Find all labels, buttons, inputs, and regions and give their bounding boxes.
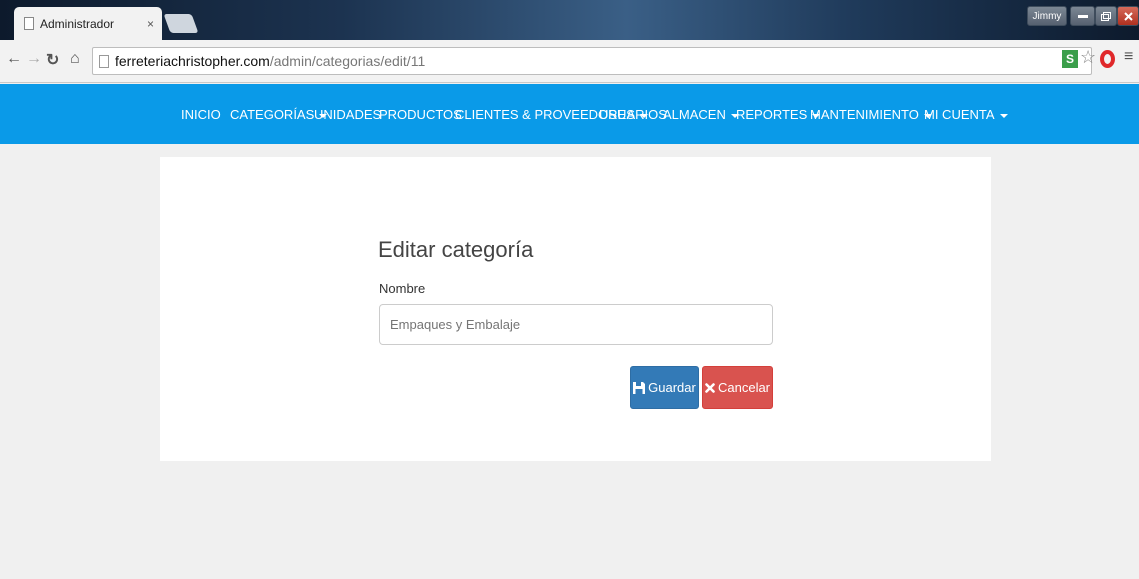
site-navbar: INICIO CATEGORÍAS UNIDADES PRODUCTOS CLI…	[0, 84, 1139, 144]
nav-item-inicio[interactable]: INICIO	[181, 107, 221, 122]
close-window-button[interactable]	[1117, 6, 1139, 26]
nav-label: UNIDADES	[314, 107, 382, 122]
save-label: Guardar	[648, 380, 696, 395]
tab-close-icon[interactable]: ×	[147, 17, 154, 31]
nav-label: ALMACEN	[663, 107, 726, 122]
nav-item-reportes[interactable]: REPORTES	[736, 107, 821, 122]
x-icon	[705, 382, 715, 393]
nav-item-almacen[interactable]: ALMACEN	[663, 107, 739, 122]
cancel-label: Cancelar	[717, 380, 771, 395]
opera-extension-icon[interactable]	[1100, 50, 1115, 68]
nav-label: USUARIOS	[599, 107, 667, 122]
cancel-button[interactable]: Cancelar	[702, 366, 773, 409]
nav-label: MANTENIMIENTO	[810, 107, 919, 122]
caret-down-icon	[999, 113, 1008, 118]
floppy-disk-icon	[633, 381, 646, 394]
nav-item-mantenimiento[interactable]: MANTENIMIENTO	[810, 107, 932, 122]
url-path: /admin/categorias/edit/11	[269, 53, 426, 69]
url-host: ferreteriachristopher.com	[115, 53, 270, 69]
nav-label: PRODUCTOS	[379, 107, 462, 122]
extension-s-icon[interactable]: S	[1062, 50, 1078, 68]
reload-icon[interactable]: ↻	[46, 50, 59, 70]
back-arrow-icon[interactable]: ←	[6, 50, 22, 68]
page-title: Editar categoría	[378, 237, 534, 262]
browser-titlebar: Administrador × Jimmy	[0, 0, 1139, 40]
home-icon[interactable]: ⌂	[70, 50, 80, 68]
save-button[interactable]: Guardar	[630, 366, 699, 409]
nav-item-unidades[interactable]: UNIDADES	[314, 107, 381, 122]
nav-label: INICIO	[181, 107, 221, 122]
page-icon	[99, 54, 109, 68]
name-input[interactable]	[379, 304, 773, 345]
nav-item-usuarios[interactable]: USUARIOS	[599, 107, 667, 122]
page-icon	[24, 17, 34, 30]
browser-tab[interactable]: Administrador ×	[14, 7, 162, 40]
nav-item-productos[interactable]: PRODUCTOS	[379, 107, 462, 122]
name-label: Nombre	[379, 281, 426, 296]
close-icon	[1123, 11, 1133, 21]
nav-item-categorias[interactable]: CATEGORÍAS	[230, 107, 328, 122]
maximize-button[interactable]	[1095, 6, 1117, 26]
minimize-icon	[1077, 15, 1088, 18]
minimize-button[interactable]	[1070, 6, 1095, 26]
nav-label: CATEGORÍAS	[230, 107, 315, 122]
new-tab-button[interactable]	[163, 14, 199, 33]
browser-menu-icon[interactable]: ≡	[1124, 48, 1133, 66]
profile-button[interactable]: Jimmy	[1027, 6, 1067, 26]
forward-arrow-icon[interactable]: →	[26, 50, 42, 68]
bookmark-star-icon[interactable]: ☆	[1080, 47, 1096, 68]
browser-toolbar: ← → ↻ ⌂ ferreteriachristopher.com/admin/…	[0, 40, 1139, 83]
edit-category-panel: Editar categoría Nombre Guardar Cancelar	[160, 157, 991, 461]
nav-label: REPORTES	[736, 107, 808, 122]
restore-icon	[1101, 11, 1111, 21]
nav-item-mi-cuenta[interactable]: MI CUENTA	[924, 107, 1008, 122]
address-bar[interactable]: ferreteriachristopher.com/admin/categori…	[92, 47, 1092, 75]
nav-label: MI CUENTA	[924, 107, 995, 122]
tab-title: Administrador	[40, 16, 115, 31]
